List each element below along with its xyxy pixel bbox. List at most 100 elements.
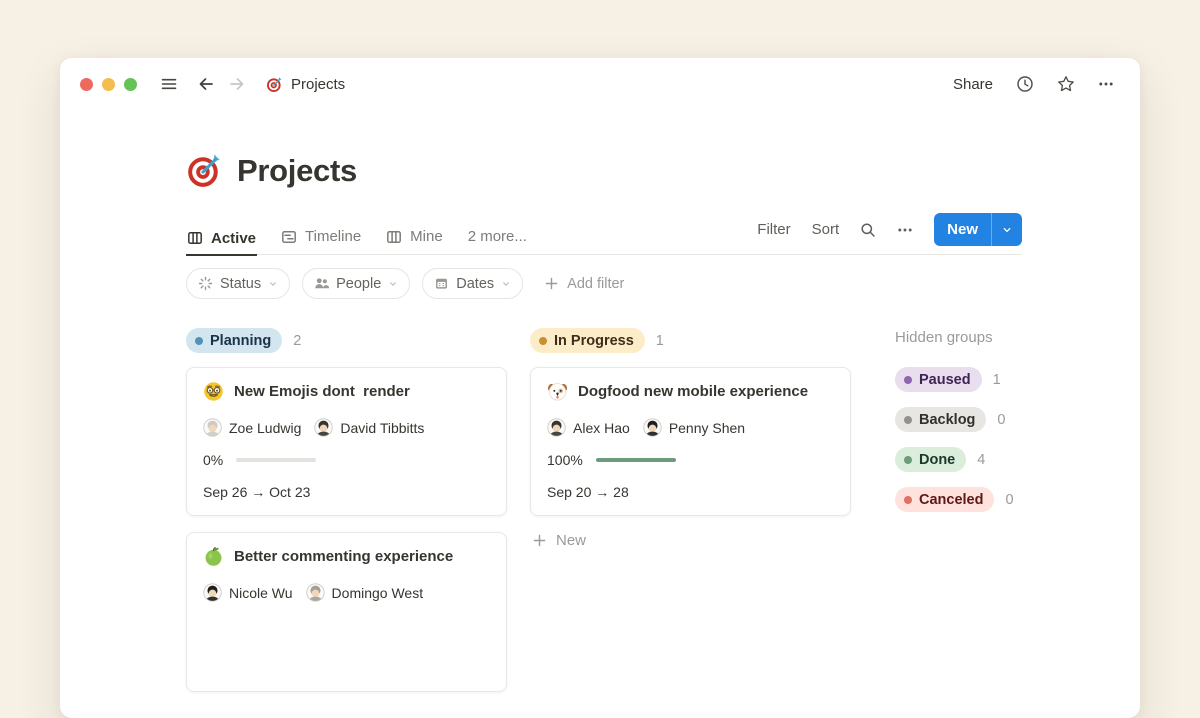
person[interactable]: David Tibbitts: [314, 418, 424, 437]
person[interactable]: Domingo West: [306, 583, 424, 602]
group-label: Planning: [210, 333, 271, 349]
group-pill-canceled[interactable]: Canceled: [895, 487, 994, 512]
minimize-window-button[interactable]: [102, 78, 115, 91]
new-dropdown-button[interactable]: [992, 224, 1022, 236]
new-button-group: New: [934, 213, 1022, 246]
avatar: [314, 418, 333, 437]
tab-label: Mine: [410, 228, 443, 245]
column-in-progress: In Progress 1 Dogfood new mobile experie…: [530, 328, 851, 549]
group-pill-paused[interactable]: Paused: [895, 367, 982, 392]
tab-label: Active: [211, 230, 256, 247]
person-name: Alex Hao: [573, 420, 630, 436]
progress-fill: [596, 458, 676, 462]
card-title-row: Better commenting experience: [203, 546, 490, 567]
forward-arrow-icon: [228, 75, 246, 93]
progress-label: 0%: [203, 452, 223, 468]
breadcrumb[interactable]: Projects: [266, 76, 345, 93]
card-progress: 100%: [547, 452, 834, 468]
group-pill-done[interactable]: Done: [895, 447, 966, 472]
group-header: In Progress 1: [530, 328, 851, 353]
column-planning: Planning 2 New Emojis dont render Zoe Lu…: [186, 328, 507, 692]
page-title[interactable]: Projects: [237, 153, 357, 189]
card-people: Alex Hao Penny Shen: [547, 418, 834, 437]
status-dot: [904, 416, 912, 424]
group-count: 1: [656, 333, 664, 349]
timeline-view-icon: [281, 229, 297, 245]
card-better-commenting[interactable]: Better commenting experience Nicole Wu D…: [186, 532, 507, 692]
group-label: Backlog: [919, 412, 975, 428]
filter-chip-dates[interactable]: Dates: [422, 268, 523, 299]
tab-timeline[interactable]: Timeline: [280, 222, 362, 254]
status-dot: [195, 337, 203, 345]
person-name: Zoe Ludwig: [229, 420, 301, 436]
status-dot: [904, 376, 912, 384]
sidebar-toggle-button[interactable]: [160, 75, 178, 93]
target-emoji-icon: [266, 76, 283, 93]
star-icon: [1057, 75, 1075, 93]
status-burst-icon: [198, 276, 213, 291]
chevron-down-icon: [1001, 224, 1013, 236]
filter-chip-people[interactable]: People: [302, 268, 410, 299]
tab-more-views[interactable]: 2 more...: [467, 222, 528, 254]
avatar: [203, 583, 222, 602]
person-name: Nicole Wu: [229, 585, 293, 601]
card-dogfood-mobile[interactable]: Dogfood new mobile experience Alex Hao P…: [530, 367, 851, 516]
tab-mine[interactable]: Mine: [385, 222, 444, 254]
add-card-button[interactable]: New: [530, 532, 851, 549]
person-name: Domingo West: [332, 585, 424, 601]
group-label: Done: [919, 452, 955, 468]
plus-icon: [532, 533, 547, 548]
titlebar-actions: Share: [953, 75, 1114, 93]
add-filter-button[interactable]: Add filter: [544, 276, 624, 292]
more-options-button[interactable]: [1098, 76, 1114, 92]
chip-label: Status: [220, 276, 261, 292]
updates-button[interactable]: [1016, 75, 1034, 93]
hidden-groups-panel: Hidden groups Paused 1 Backlog 0: [895, 328, 1014, 527]
status-dot: [904, 496, 912, 504]
view-tabs-bar: Active Timeline Mine 2 more... Filter So…: [186, 213, 1022, 255]
board-view-icon: [187, 230, 203, 246]
group-label: In Progress: [554, 333, 634, 349]
tab-label: Timeline: [305, 228, 361, 245]
status-dot: [539, 337, 547, 345]
new-button[interactable]: New: [934, 221, 991, 238]
back-button[interactable]: [197, 75, 215, 93]
filter-button[interactable]: Filter: [757, 221, 790, 238]
favorite-button[interactable]: [1057, 75, 1075, 93]
card-title: Better commenting experience: [234, 548, 453, 565]
group-label: Canceled: [919, 492, 983, 508]
person-name: David Tibbitts: [340, 420, 424, 436]
add-card-label: New: [556, 532, 586, 549]
card-people: Zoe Ludwig David Tibbitts: [203, 418, 490, 437]
person[interactable]: Alex Hao: [547, 418, 630, 437]
card-title: New Emojis dont render: [234, 383, 410, 400]
chevron-down-icon: [501, 279, 511, 289]
avatar: [643, 418, 662, 437]
tab-active[interactable]: Active: [186, 224, 257, 256]
group-pill-planning[interactable]: Planning: [186, 328, 282, 353]
group-pill-in-progress[interactable]: In Progress: [530, 328, 645, 353]
person[interactable]: Penny Shen: [643, 418, 745, 437]
person[interactable]: Zoe Ludwig: [203, 418, 301, 437]
board-view-icon: [386, 229, 402, 245]
card-new-emojis[interactable]: New Emojis dont render Zoe Ludwig David …: [186, 367, 507, 516]
search-button[interactable]: [860, 222, 876, 238]
green-apple-emoji-icon: [203, 546, 224, 567]
calendar-icon: [434, 276, 449, 291]
group-count: 0: [997, 412, 1005, 428]
page-target-emoji-icon[interactable]: [186, 152, 223, 189]
view-options-button[interactable]: [897, 222, 913, 238]
close-window-button[interactable]: [80, 78, 93, 91]
forward-button[interactable]: [228, 75, 246, 93]
maximize-window-button[interactable]: [124, 78, 137, 91]
sort-button[interactable]: Sort: [812, 221, 840, 238]
filter-chip-status[interactable]: Status: [186, 268, 290, 299]
hidden-group-canceled: Canceled 0: [895, 487, 1014, 512]
card-dates: Sep 26 → Oct 23: [203, 484, 490, 500]
group-pill-backlog[interactable]: Backlog: [895, 407, 986, 432]
card-progress: 0%: [203, 452, 490, 468]
plus-icon: [544, 276, 559, 291]
person[interactable]: Nicole Wu: [203, 583, 293, 602]
kanban-board: Planning 2 New Emojis dont render Zoe Lu…: [186, 328, 1022, 692]
share-button[interactable]: Share: [953, 76, 993, 93]
